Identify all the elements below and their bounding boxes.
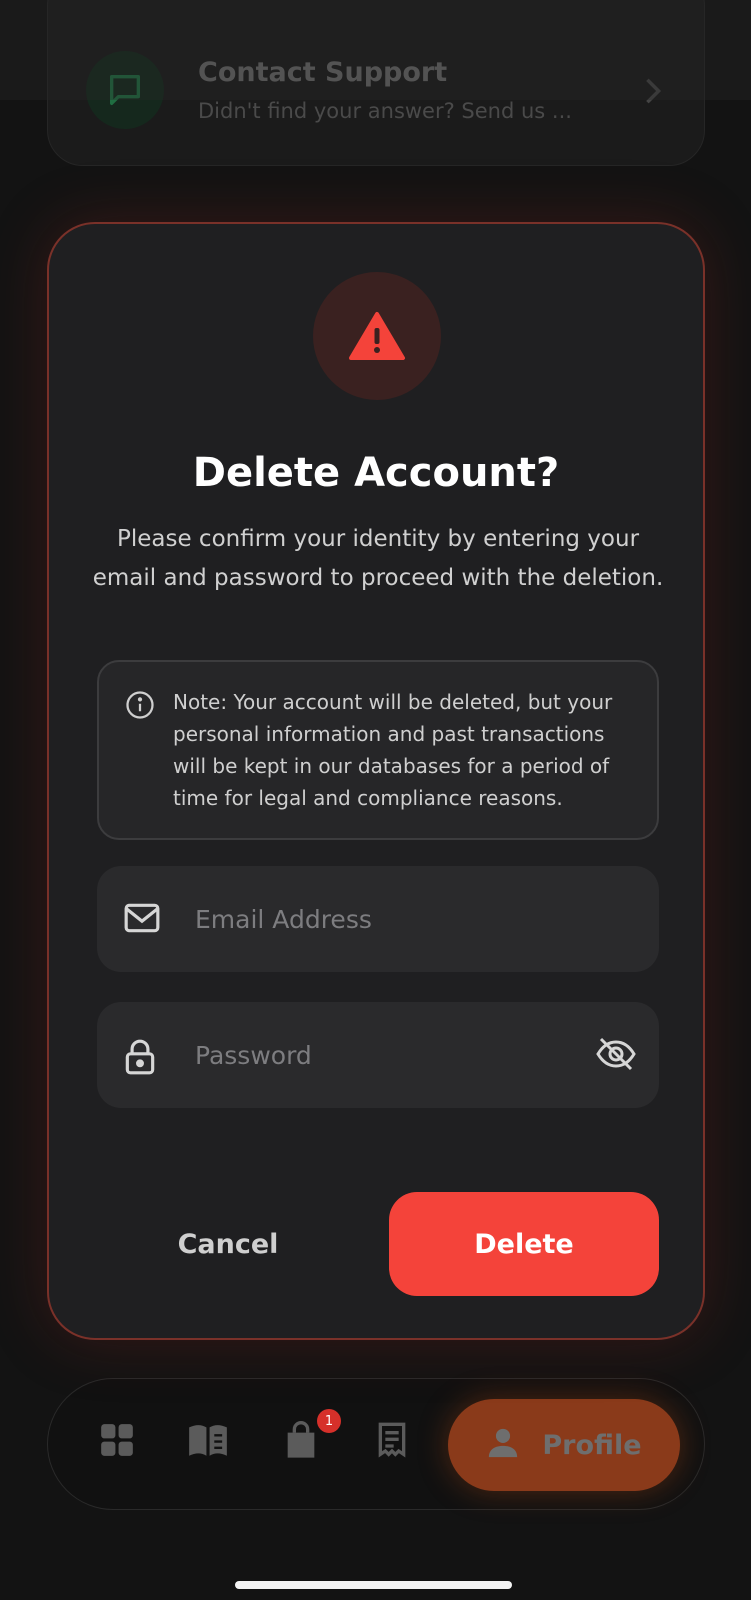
envelope-icon: [123, 902, 161, 938]
password-field: [97, 1002, 659, 1108]
support-subtitle: Didn't find your answer? Send us ...: [198, 99, 572, 123]
eye-slash-icon[interactable]: [595, 1036, 637, 1076]
book-icon[interactable]: [186, 1421, 230, 1463]
warning-triangle-icon: [313, 272, 441, 400]
dialog-description: Please confirm your identity by entering…: [92, 526, 664, 591]
shopping-bag-icon[interactable]: [284, 1421, 318, 1465]
cancel-button[interactable]: Cancel: [97, 1192, 359, 1296]
delete-button[interactable]: Delete: [389, 1192, 659, 1296]
note-text: Note: Your account will be deleted, but …: [173, 690, 613, 810]
profile-tab-label: Profile: [542, 1429, 642, 1461]
info-icon: [125, 690, 155, 724]
profile-icon: [486, 1426, 520, 1464]
home-indicator: [235, 1581, 512, 1589]
email-field: [97, 866, 659, 972]
cart-badge: 1: [317, 1409, 341, 1433]
email-input[interactable]: [195, 894, 575, 944]
grid-icon[interactable]: [98, 1421, 136, 1463]
bottom-navigation: 1 Profile: [47, 1378, 705, 1510]
status-bar-shade: [0, 0, 751, 100]
profile-tab[interactable]: Profile: [448, 1399, 680, 1491]
dialog-title: Delete Account?: [192, 450, 560, 496]
delete-account-dialog: Delete Account? Please confirm your iden…: [47, 222, 705, 1340]
lock-icon: [123, 1038, 157, 1080]
receipt-icon[interactable]: [374, 1421, 410, 1465]
password-input[interactable]: [195, 1030, 575, 1080]
note-box: Note: Your account will be deleted, but …: [97, 660, 659, 840]
